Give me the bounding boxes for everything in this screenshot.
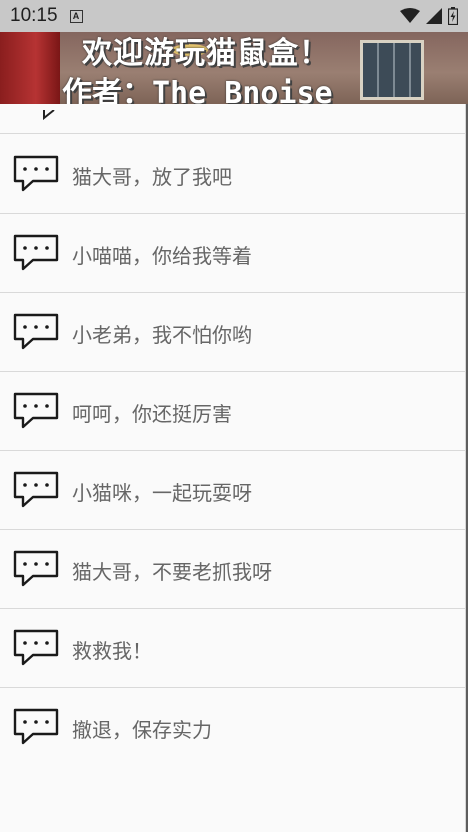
speech-bubble-icon <box>13 471 59 508</box>
speech-bubble-icon <box>13 629 59 666</box>
menu-item[interactable]: 呵呵，你还挺厉害 <box>0 371 466 451</box>
menu-item[interactable]: 小猫咪，一起玩耍呀 <box>0 450 466 530</box>
speech-bubble-icon <box>13 392 59 429</box>
signal-icon <box>426 8 442 24</box>
menu-item[interactable]: 撤退，保存实力 <box>0 687 466 767</box>
phrase-menu: 猫大哥，放了我吧 小喵喵，你给我等着 小老弟，我不怕你哟 呵呵，你还挺厉害 小猫… <box>0 104 466 832</box>
battery-icon <box>448 7 458 25</box>
wifi-icon <box>400 8 420 23</box>
status-icons <box>400 7 458 25</box>
menu-item[interactable]: 小喵喵，你给我等着 <box>0 213 466 293</box>
window-decoration <box>360 40 424 100</box>
speech-bubble-icon <box>13 234 59 271</box>
menu-item-label: 小猫咪，一起玩耍呀 <box>72 481 252 505</box>
menu-item[interactable]: 小老弟，我不怕你哟 <box>0 292 466 372</box>
speech-bubble-icon <box>13 155 59 192</box>
speech-bubble-tail-icon <box>43 110 55 120</box>
banner-author: 作者：The_Bnoise <box>62 76 333 104</box>
menu-item-label: 小老弟，我不怕你哟 <box>72 323 252 347</box>
menu-item-label: 撤退，保存实力 <box>72 718 212 742</box>
notification-icon: A <box>69 9 83 23</box>
menu-item-label: 呵呵，你还挺厉害 <box>72 402 232 426</box>
menu-item[interactable]: 猫大哥，放了我吧 <box>0 134 466 214</box>
menu-item-partial <box>0 104 466 134</box>
speech-bubble-icon <box>13 550 59 587</box>
status-bar: 10:15 A <box>0 0 468 32</box>
menu-item[interactable]: 猫大哥，不要老抓我呀 <box>0 529 466 609</box>
menu-item-label: 小喵喵，你给我等着 <box>72 244 252 268</box>
speech-bubble-icon <box>13 313 59 350</box>
menu-item-label: 猫大哥，放了我吧 <box>72 165 232 189</box>
menu-item[interactable]: 救救我！ <box>0 608 466 688</box>
menu-item-label: 猫大哥，不要老抓我呀 <box>72 560 272 584</box>
banner-title: 欢迎游玩猫鼠盒！ <box>82 36 330 71</box>
speech-bubble-icon <box>13 708 59 745</box>
menu-item-label: 救救我！ <box>72 639 152 663</box>
status-time: 10:15 <box>10 5 58 26</box>
